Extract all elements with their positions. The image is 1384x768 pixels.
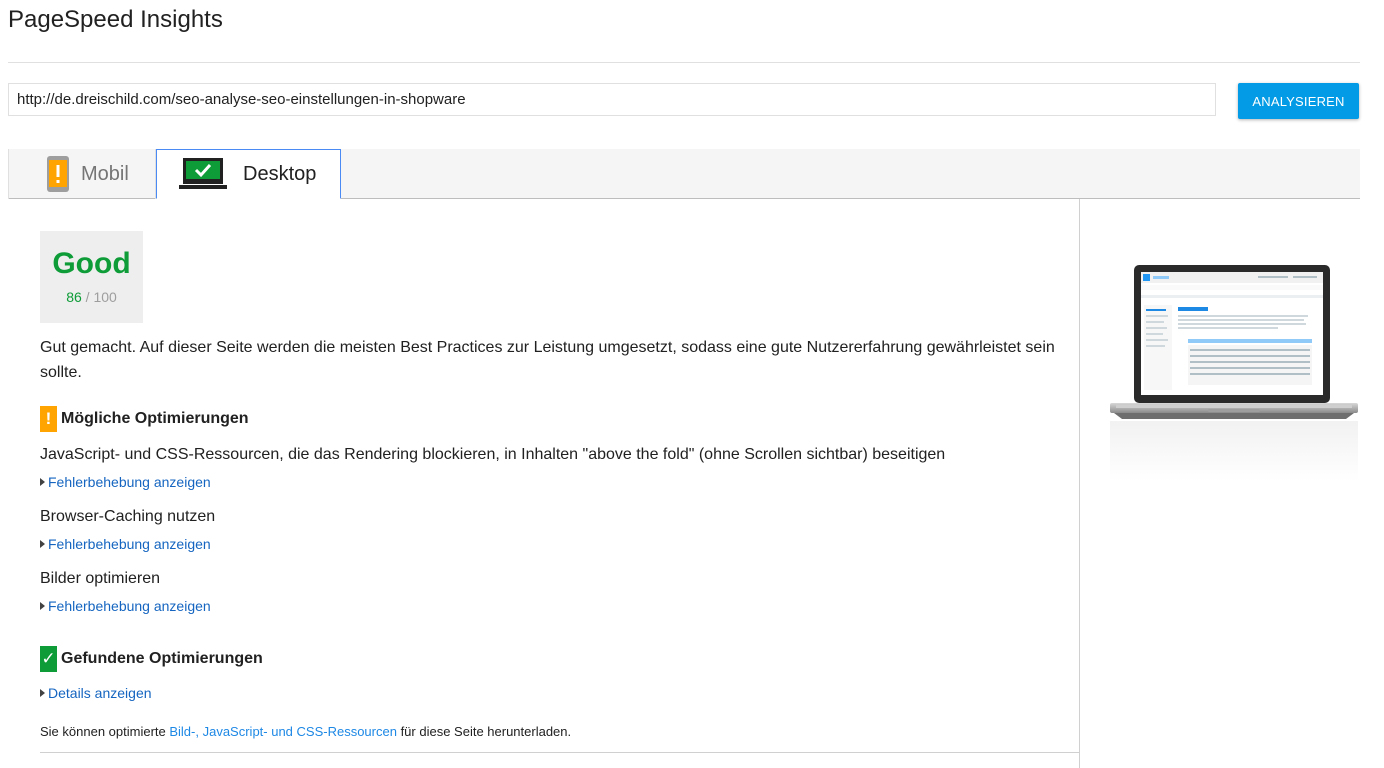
show-fix-link[interactable]: Fehlerbehebung anzeigen bbox=[40, 536, 211, 552]
caret-right-icon bbox=[40, 602, 45, 610]
results-panel: Good 86 / 100 Gut gemacht. Auf dieser Se… bbox=[8, 199, 1080, 768]
summary-text: Gut gemacht. Auf dieser Seite werden die… bbox=[40, 339, 1055, 381]
possible-heading-text: Mögliche Optimierungen bbox=[61, 410, 249, 427]
show-fix-link-label: Fehlerbehebung anzeigen bbox=[48, 474, 211, 490]
download-suffix: für diese Seite herunterladen. bbox=[396, 724, 572, 739]
show-fix-link[interactable]: Fehlerbehebung anzeigen bbox=[40, 474, 211, 490]
checkmark-icon: ✓ bbox=[40, 646, 57, 672]
analyze-button[interactable]: ANALYSIEREN bbox=[1238, 83, 1359, 119]
show-details-link[interactable]: Details anzeigen bbox=[40, 685, 152, 701]
tab-mobile-label: Mobil bbox=[81, 162, 129, 185]
header-divider bbox=[8, 62, 1360, 63]
section-divider bbox=[40, 752, 1080, 753]
found-heading-text: Gefundene Optimierungen bbox=[61, 650, 263, 667]
device-tabs: Mobil Desktop bbox=[8, 149, 1360, 199]
show-fix-link[interactable]: Fehlerbehebung anzeigen bbox=[40, 598, 211, 614]
app-title: PageSpeed Insights bbox=[8, 6, 223, 33]
warning-icon: ! bbox=[40, 406, 57, 432]
phone-warning-icon bbox=[47, 156, 69, 192]
possible-optimizations-heading: ! Mögliche Optimierungen bbox=[40, 406, 249, 432]
rule-title: JavaScript- und CSS-Ressourcen, die das … bbox=[40, 446, 946, 463]
rule-title: Bilder optimieren bbox=[40, 570, 161, 587]
score-line: 86 / 100 bbox=[40, 289, 143, 305]
score-value: 86 bbox=[66, 289, 82, 305]
tab-mobile[interactable]: Mobil bbox=[8, 149, 156, 199]
score-max: 100 bbox=[93, 289, 117, 305]
tab-desktop-label: Desktop bbox=[243, 162, 317, 185]
caret-right-icon bbox=[40, 689, 45, 697]
score-box: Good 86 / 100 bbox=[40, 231, 143, 323]
found-optimizations-heading: ✓ Gefundene Optimierungen bbox=[40, 646, 263, 672]
url-input[interactable] bbox=[8, 83, 1216, 116]
caret-right-icon bbox=[40, 478, 45, 486]
tab-desktop[interactable]: Desktop bbox=[156, 149, 341, 199]
show-fix-link-label: Fehlerbehebung anzeigen bbox=[48, 536, 211, 552]
download-note: Sie können optimierte Bild-, JavaScript-… bbox=[40, 724, 571, 739]
show-fix-link-label: Fehlerbehebung anzeigen bbox=[48, 598, 211, 614]
download-prefix: Sie können optimierte bbox=[40, 724, 170, 739]
laptop-check-icon bbox=[179, 158, 227, 189]
show-details-link-label: Details anzeigen bbox=[48, 685, 152, 701]
caret-right-icon bbox=[40, 540, 45, 548]
score-separator: / bbox=[85, 289, 90, 305]
download-resources-link[interactable]: Bild-, JavaScript- und CSS-Ressourcen bbox=[169, 724, 397, 739]
desktop-preview-image bbox=[1110, 265, 1358, 481]
score-label: Good bbox=[52, 247, 131, 280]
rule-title: Browser-Caching nutzen bbox=[40, 508, 216, 525]
